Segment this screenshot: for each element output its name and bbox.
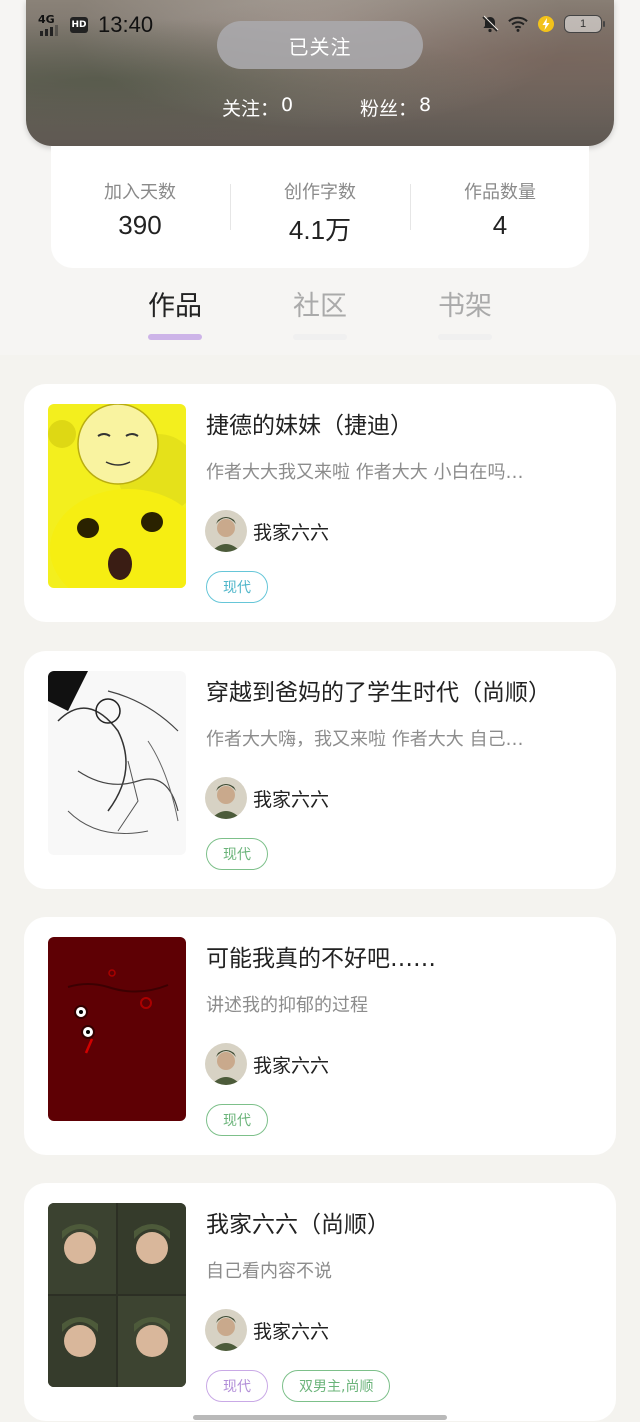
work-author[interactable]: 我家六六 — [205, 777, 329, 819]
stat-value: 4.1万 — [288, 215, 352, 245]
stat-label: 加入天数 — [104, 182, 176, 203]
work-cover-image — [48, 671, 186, 855]
avatar — [205, 777, 247, 819]
work-description: 作者大大嗨，我又来啦 作者大大 自己… — [206, 729, 524, 750]
stat-join-days: 加入天数 390 — [51, 178, 229, 241]
work-author[interactable]: 我家六六 — [205, 1043, 329, 1085]
stat-word-count: 创作字数 4.1万 — [231, 178, 409, 247]
wifi-icon — [508, 14, 528, 34]
profile-tabs: 作品 社区 书架 — [0, 284, 640, 344]
work-card[interactable]: 可能我真的不好吧…… 讲述我的抑郁的过程 我家六六 现代 — [24, 917, 616, 1155]
signal-icon: 4G — [38, 14, 64, 36]
following-stat[interactable]: 关注： 0 — [222, 94, 293, 121]
tab-indicator — [148, 334, 202, 340]
author-profile-page: 4G HD 13:40 1 已关注 关注： 0 粉丝： 8 加入天数 390 创… — [0, 0, 640, 1422]
work-card[interactable]: 我家六六（尚顺） 自己看内容不说 我家六六 现代 双男主,尚顺 — [24, 1183, 616, 1421]
work-cover-image — [48, 1203, 186, 1387]
follow-stats: 关注： 0 粉丝： 8 — [0, 94, 640, 124]
status-right: 1 — [480, 14, 605, 34]
followed-button[interactable]: 已关注 — [217, 21, 423, 69]
stat-label: 创作字数 — [284, 182, 356, 203]
author-name: 我家六六 — [253, 788, 330, 811]
stat-label: 作品数量 — [464, 182, 536, 203]
tab-indicator — [293, 334, 347, 340]
fans-label: 粉丝： — [360, 98, 418, 120]
work-title[interactable]: 穿越到爸妈的了学生时代（尚顺） — [206, 673, 596, 707]
stat-works-count: 作品数量 4 — [411, 178, 589, 241]
hd-icon: HD — [70, 17, 88, 33]
author-name: 我家六六 — [253, 1054, 330, 1077]
work-title[interactable]: 我家六六（尚顺） — [206, 1205, 596, 1239]
author-name: 我家六六 — [253, 521, 330, 544]
tab-bookshelf[interactable]: 书架 — [425, 284, 505, 340]
mute-bell-icon — [480, 14, 500, 34]
work-tags: 现代 — [206, 571, 268, 603]
following-label: 关注： — [222, 98, 280, 120]
tag[interactable]: 现代 — [206, 1104, 268, 1136]
tag[interactable]: 现代 — [206, 838, 268, 870]
battery-icon: 1 — [564, 15, 605, 33]
work-description: 自己看内容不说 — [206, 1261, 332, 1282]
status-left: 4G HD 13:40 — [38, 12, 153, 38]
work-tags: 现代 — [206, 1104, 268, 1136]
tab-community[interactable]: 社区 — [280, 284, 360, 340]
stat-value: 390 — [118, 210, 162, 240]
work-description: 作者大大我又来啦 作者大大 小白在吗… — [206, 462, 524, 483]
fans-count: 8 — [419, 94, 432, 116]
work-author[interactable]: 我家六六 — [205, 1309, 329, 1351]
work-cover-image — [48, 937, 186, 1121]
work-title[interactable]: 可能我真的不好吧…… — [206, 939, 596, 973]
work-description: 讲述我的抑郁的过程 — [206, 995, 368, 1016]
tag[interactable]: 现代 — [206, 571, 268, 603]
work-title[interactable]: 捷德的妹妹（捷迪） — [206, 406, 596, 440]
author-name: 我家六六 — [253, 1320, 330, 1343]
charging-icon — [536, 14, 556, 34]
following-count: 0 — [281, 94, 294, 116]
work-card[interactable]: 捷德的妹妹（捷迪） 作者大大我又来啦 作者大大 小白在吗… 我家六六 现代 — [24, 384, 616, 622]
work-author[interactable]: 我家六六 — [205, 510, 329, 552]
work-tags: 现代 — [206, 838, 268, 870]
fans-stat[interactable]: 粉丝： 8 — [360, 94, 431, 121]
avatar — [205, 1309, 247, 1351]
tab-indicator — [438, 334, 492, 340]
work-cover-image — [48, 404, 186, 588]
tag[interactable]: 现代 — [206, 1370, 268, 1402]
tab-label: 书架 — [438, 291, 492, 322]
tab-works[interactable]: 作品 — [135, 284, 215, 340]
work-tags: 现代 双男主,尚顺 — [206, 1370, 391, 1402]
stat-value: 4 — [492, 210, 508, 240]
tag[interactable]: 双男主,尚顺 — [282, 1370, 391, 1402]
author-stats-card: 加入天数 390 创作字数 4.1万 作品数量 4 — [51, 146, 589, 268]
tab-label: 作品 — [148, 291, 202, 322]
avatar — [205, 1043, 247, 1085]
avatar — [205, 510, 247, 552]
clock: 13:40 — [98, 12, 154, 37]
tab-label: 社区 — [293, 291, 347, 322]
home-indicator[interactable] — [193, 1415, 447, 1420]
work-card[interactable]: 穿越到爸妈的了学生时代（尚顺） 作者大大嗨，我又来啦 作者大大 自己… 我家六六… — [24, 651, 616, 889]
